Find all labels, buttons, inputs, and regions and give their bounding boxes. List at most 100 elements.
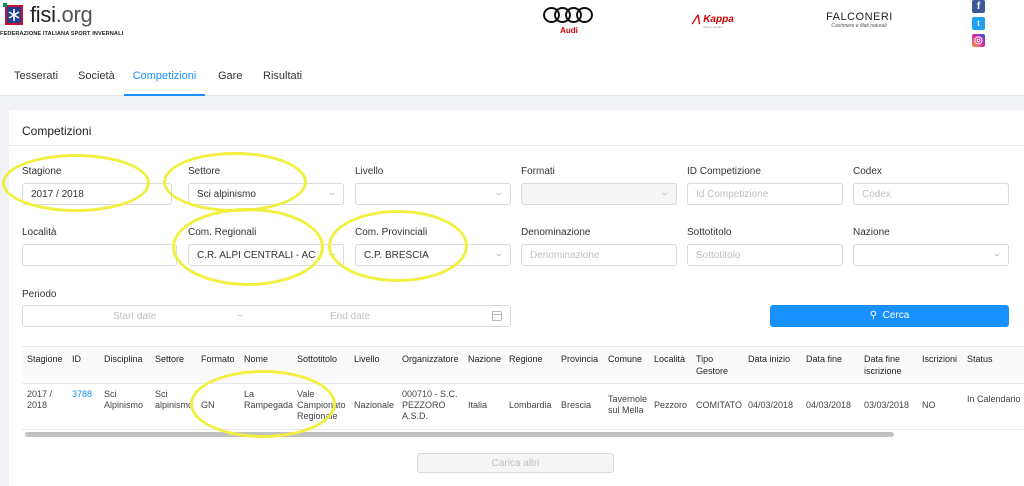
cell-tipo-gestore: COMITATO [691, 384, 743, 430]
nav-gare[interactable]: Gare [218, 58, 242, 96]
id-competizione-input[interactable]: Id Competizione [687, 183, 843, 205]
col-livello[interactable]: Livello [349, 347, 397, 384]
col-stagione[interactable]: Stagione [22, 347, 67, 384]
twitter-icon[interactable]: t [972, 17, 985, 30]
site-header: fisi.org FEDERAZIONE ITALIANA SPORT INVE… [0, 0, 1024, 58]
com-regionali-select[interactable]: C.R. ALPI CENTRALI - AC ⌄ [188, 244, 344, 266]
competitions-table: Stagione ID Disciplina Settore Formato N… [22, 346, 1024, 430]
sottotitolo-label: Sottotitolo [687, 227, 732, 238]
start-date-input[interactable]: Start date [113, 311, 156, 322]
logo-subtitle: FEDERAZIONE ITALIANA SPORT INVERNALI [0, 31, 124, 37]
chevron-down-icon: ⌄ [493, 187, 505, 197]
kappa-icon: ⋀ [692, 14, 701, 25]
col-id[interactable]: ID [67, 347, 99, 384]
com-regionali-label: Com. Regionali [188, 227, 257, 238]
search-button[interactable]: ⚲ Cerca [770, 305, 1009, 327]
nav-societa[interactable]: Società [78, 58, 115, 96]
codex-label: Codex [853, 166, 882, 177]
end-date-input[interactable]: End date [330, 311, 370, 322]
sponsor-kappa[interactable]: ⋀ Kappa official supplier [680, 14, 746, 29]
audi-rings-icon [543, 7, 595, 23]
cell-sottotitolo: Vale Campionato Regionale [292, 384, 349, 430]
main-nav: Tesserati Società Competizioni Gare Risu… [0, 58, 1024, 96]
chevron-down-icon: ⌄ [991, 248, 1003, 258]
nazione-select[interactable]: ⌄ [853, 244, 1009, 266]
nav-risultati[interactable]: Risultati [263, 58, 302, 96]
col-sottotitolo[interactable]: Sottotitolo [292, 347, 349, 384]
col-comune[interactable]: Comune [603, 347, 649, 384]
logo-text: fisi.org [30, 2, 93, 27]
kappa-label: ⋀ Kappa [692, 14, 734, 25]
col-status[interactable]: Status [962, 347, 1024, 384]
denominazione-label: Denominazione [521, 227, 591, 238]
calendar-icon [492, 311, 502, 321]
settore-select[interactable]: Sci alpinismo ⌄ [188, 183, 344, 205]
cell-livello: Nazionale [349, 384, 397, 430]
periodo-label: Periodo [22, 289, 57, 300]
col-formato[interactable]: Formato [196, 347, 239, 384]
chevron-down-icon: ⌄ [493, 248, 505, 258]
col-settore[interactable]: Settore [150, 347, 196, 384]
falconeri-label: FALCONERI [826, 11, 893, 23]
codex-input[interactable]: Codex [853, 183, 1009, 205]
denominazione-input[interactable]: Denominazione [521, 244, 677, 266]
col-regione[interactable]: Regione [504, 347, 556, 384]
com-provinciali-select[interactable]: C.P. BRESCIA ⌄ [355, 244, 511, 266]
competition-id-link[interactable]: 3788 [72, 389, 92, 399]
formati-select[interactable]: ⌄ [521, 183, 677, 205]
stagione-label: Stagione [22, 166, 62, 177]
nav-competizioni[interactable]: Competizioni [124, 58, 205, 96]
col-iscrizioni[interactable]: Iscrizioni [917, 347, 962, 384]
cell-nome: La Rampegada [239, 384, 293, 430]
col-tipo-gestore[interactable]: Tipo Gestore [691, 347, 743, 384]
cell-id: 3788 [67, 384, 99, 430]
chevron-down-icon: ⌄ [659, 187, 671, 197]
cell-iscrizioni: NO [917, 384, 962, 430]
periodo-range-picker[interactable]: Start date ~ End date [22, 305, 511, 327]
col-organizzatore[interactable]: Organizzatore [397, 347, 463, 384]
localita-input[interactable] [22, 244, 177, 266]
id-competizione-label: ID Competizione [687, 166, 761, 177]
card-title: Competizioni [22, 124, 92, 138]
col-disciplina[interactable]: Disciplina [99, 347, 150, 384]
col-nome[interactable]: Nome [239, 347, 292, 384]
cell-disciplina: Sci Alpinismo [99, 384, 150, 430]
range-separator: ~ [237, 311, 243, 322]
instagram-icon[interactable]: ◎ [972, 34, 985, 47]
chevron-down-icon: ⌄ [326, 248, 338, 258]
stagione-select[interactable]: 2017 / 2018 [22, 183, 172, 205]
chevron-down-icon: ⌄ [326, 187, 338, 197]
fisi-logo[interactable]: fisi.org FEDERAZIONE ITALIANA SPORT INVE… [0, 2, 124, 42]
col-localita[interactable]: Località [649, 347, 691, 384]
horizontal-scrollbar[interactable] [25, 432, 894, 437]
cell-nazione: Italia [463, 384, 504, 430]
cell-comune: Tavernole sul Mella [603, 384, 649, 430]
formati-label: Formati [521, 166, 555, 177]
cell-data-inizio: 04/03/2018 [743, 384, 801, 430]
kappa-sub: official supplier [703, 25, 723, 29]
nav-tesserati[interactable]: Tesserati [14, 58, 58, 96]
load-more-button[interactable]: Carica altri [417, 453, 614, 473]
cell-status: In Calendario [962, 384, 1024, 430]
col-provincia[interactable]: Provincia [556, 347, 603, 384]
cell-data-fine: 04/03/2018 [801, 384, 859, 430]
sponsor-falconeri[interactable]: FALCONERI Cashmere e filati naturali [826, 11, 892, 29]
nazione-label: Nazione [853, 227, 890, 238]
cell-settore: Sci alpinismo [150, 384, 196, 430]
sponsor-audi[interactable]: Audi [543, 7, 595, 35]
col-data-inizio[interactable]: Data inizio [743, 347, 801, 384]
facebook-icon[interactable]: f [972, 0, 985, 13]
livello-select[interactable]: ⌄ [355, 183, 511, 205]
cell-regione: Lombardia [504, 384, 556, 430]
card-divider [9, 145, 1024, 146]
livello-label: Livello [355, 166, 384, 177]
localita-label: Località [22, 227, 57, 238]
col-data-fine[interactable]: Data fine [801, 347, 859, 384]
sottotitolo-input[interactable]: Sottotitolo [687, 244, 843, 266]
com-provinciali-label: Com. Provinciali [355, 227, 428, 238]
col-data-fine-iscrizione[interactable]: Data fine iscrizione [859, 347, 917, 384]
search-icon: ⚲ [869, 310, 878, 321]
col-nazione[interactable]: Nazione [463, 347, 504, 384]
cell-stagione: 2017 / 2018 [22, 384, 67, 430]
settore-label: Settore [188, 166, 221, 177]
